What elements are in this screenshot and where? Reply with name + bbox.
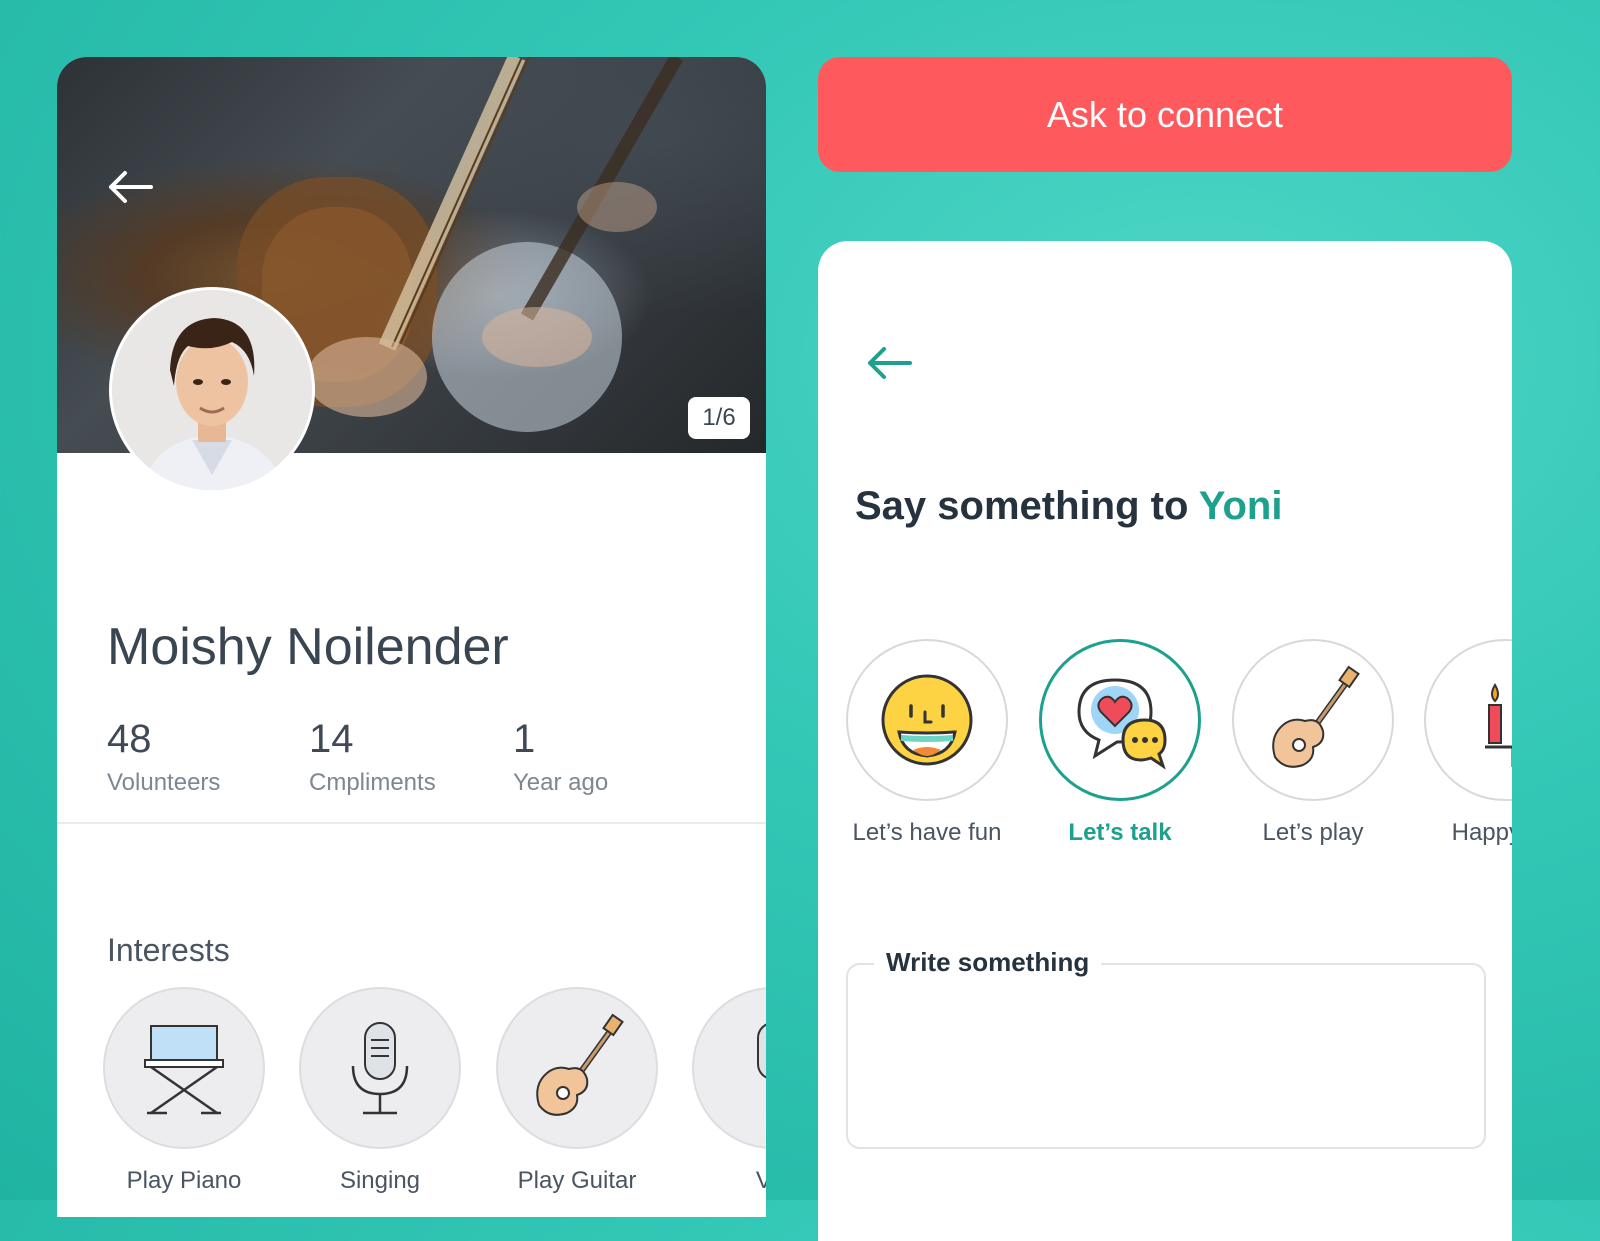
interest-label: Play Piano <box>126 1167 242 1194</box>
microphone-icon <box>299 987 461 1149</box>
heading-prefix: Say something to <box>855 484 1189 528</box>
message-card: Say something to Yoni Let’s have fun Let… <box>818 241 1512 1241</box>
stat-value: 1 <box>513 717 536 761</box>
profile-card: 1/6 Moishy Noilender 48 Volunteers 14 Cm… <box>57 57 766 1217</box>
interest-label: Vid <box>755 1167 766 1194</box>
avatar <box>109 287 315 493</box>
interest-play-piano[interactable]: Play Piano <box>101 987 267 1195</box>
stat-year: 1 Year ago <box>513 717 608 797</box>
interests-title: Interests <box>107 932 230 968</box>
option-lets-have-fun[interactable]: Let’s have fun <box>844 639 1010 847</box>
profile-name: Moishy Noilender <box>107 618 509 676</box>
stat-value: 14 <box>309 717 354 761</box>
interest-label: Play Guitar <box>517 1167 637 1194</box>
write-something-label: Write something <box>874 947 1102 978</box>
option-label: Let’s have fun <box>852 819 1002 846</box>
stat-compliments: 14 Cmpliments <box>309 717 436 797</box>
option-lets-play[interactable]: Let’s play <box>1230 639 1396 847</box>
option-label: Happy Ha <box>1451 819 1512 846</box>
guitar-icon <box>1232 639 1394 801</box>
smiley-face-icon <box>846 639 1008 801</box>
stat-label: Year ago <box>513 769 609 796</box>
recipient-name: Yoni <box>1198 484 1283 528</box>
interest-play-guitar[interactable]: Play Guitar <box>494 987 660 1195</box>
divider <box>57 822 766 824</box>
back-arrow-icon[interactable] <box>105 167 155 207</box>
video-icon <box>692 987 766 1149</box>
option-label: Let’s play <box>1262 819 1364 846</box>
stat-label: Volunteers <box>107 769 221 796</box>
say-something-heading: Say something to Yoni <box>855 484 1282 529</box>
option-label: Let’s talk <box>1068 819 1172 846</box>
write-something-field[interactable]: Write something <box>846 947 1486 1149</box>
guitar-icon <box>496 987 658 1149</box>
interest-label: Singing <box>339 1167 421 1194</box>
stat-volunteers: 48 Volunteers <box>107 717 220 797</box>
back-arrow-icon[interactable] <box>864 343 914 383</box>
message-input[interactable] <box>868 995 1464 1127</box>
chat-bubbles-heart-icon <box>1039 639 1201 801</box>
profile-stats: 48 Volunteers 14 Cmpliments 1 Year ago <box>107 717 727 807</box>
ask-to-connect-button[interactable]: Ask to connect <box>818 57 1512 172</box>
stat-label: Cmpliments <box>309 769 436 796</box>
director-chair-icon <box>103 987 265 1149</box>
photo-counter: 1/6 <box>688 397 750 439</box>
option-happy-ha[interactable]: Happy Ha <box>1422 639 1512 847</box>
candles-icon <box>1424 639 1512 801</box>
option-lets-talk[interactable]: Let’s talk <box>1037 639 1203 847</box>
interest-singing[interactable]: Singing <box>297 987 463 1195</box>
interest-video[interactable]: Vid <box>690 987 766 1195</box>
stat-value: 48 <box>107 717 152 761</box>
